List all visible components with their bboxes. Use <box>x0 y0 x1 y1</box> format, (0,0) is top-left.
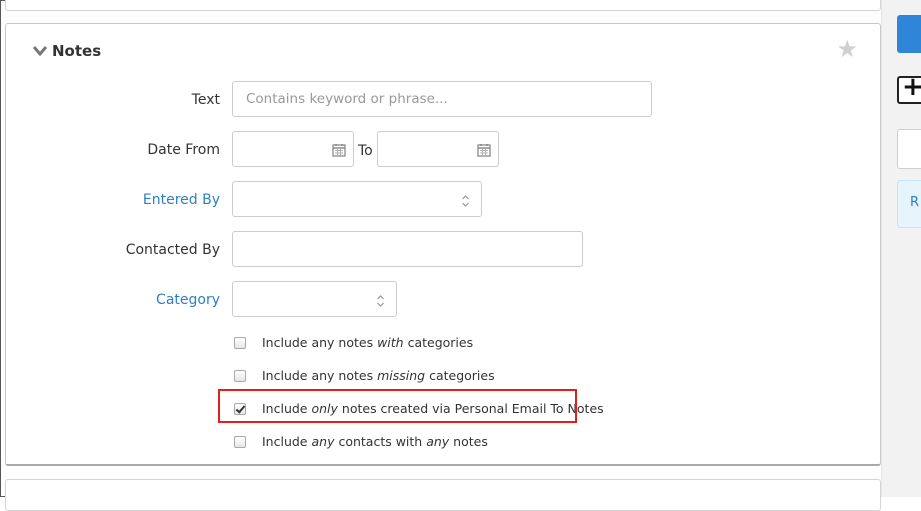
checkbox-label: Include any notes with categories <box>262 335 474 350</box>
calendar-icon[interactable] <box>332 143 346 157</box>
calendar-icon[interactable] <box>477 143 491 157</box>
notes-panel-toggle[interactable]: Notes <box>32 42 101 60</box>
category-select[interactable] <box>232 281 397 317</box>
date-to-input[interactable] <box>377 131 499 167</box>
checkbox-row-missing-categories[interactable]: Include any notes missing categories <box>234 368 495 383</box>
select-arrows-icon <box>377 295 384 307</box>
add-button[interactable]: + <box>897 72 921 104</box>
previous-panel-edge <box>5 0 881 11</box>
highlight-annotation <box>218 389 577 423</box>
info-text: R <box>910 195 920 210</box>
checkbox-with-categories[interactable] <box>234 336 246 349</box>
date-to-label: To <box>358 143 373 159</box>
text-label: Text <box>191 92 220 108</box>
star-icon[interactable]: ★ <box>836 35 858 63</box>
contacted-by-label: Contacted By <box>125 242 220 258</box>
entered-by-label[interactable]: Entered By <box>5 192 220 208</box>
text-input[interactable]: Contains keyword or phrase... <box>232 81 652 117</box>
checkbox-label: Include any contacts with any notes <box>262 434 488 449</box>
entered-by-select[interactable] <box>232 181 482 217</box>
right-input[interactable] <box>897 129 921 169</box>
checkbox-missing-categories[interactable] <box>234 369 246 382</box>
date-from-input[interactable] <box>232 131 354 167</box>
select-arrows-icon <box>462 195 469 207</box>
plus-icon: + <box>902 72 921 102</box>
info-panel: R <box>897 180 921 228</box>
category-label[interactable]: Category <box>5 292 220 308</box>
primary-button[interactable] <box>897 15 921 53</box>
next-panel-edge <box>5 479 881 511</box>
panel-title: Notes <box>52 42 102 60</box>
checkbox-row-with-categories[interactable]: Include any notes with categories <box>234 335 473 350</box>
contacted-by-input[interactable] <box>232 231 583 267</box>
checkbox-any-contacts[interactable] <box>234 435 246 448</box>
text-input-placeholder: Contains keyword or phrase... <box>246 91 448 107</box>
date-from-label: Date From <box>147 142 220 158</box>
checkbox-label: Include any notes missing categories <box>262 368 495 383</box>
checkbox-row-any-contacts[interactable]: Include any contacts with any notes <box>234 434 488 449</box>
chevron-down-icon <box>32 46 48 57</box>
